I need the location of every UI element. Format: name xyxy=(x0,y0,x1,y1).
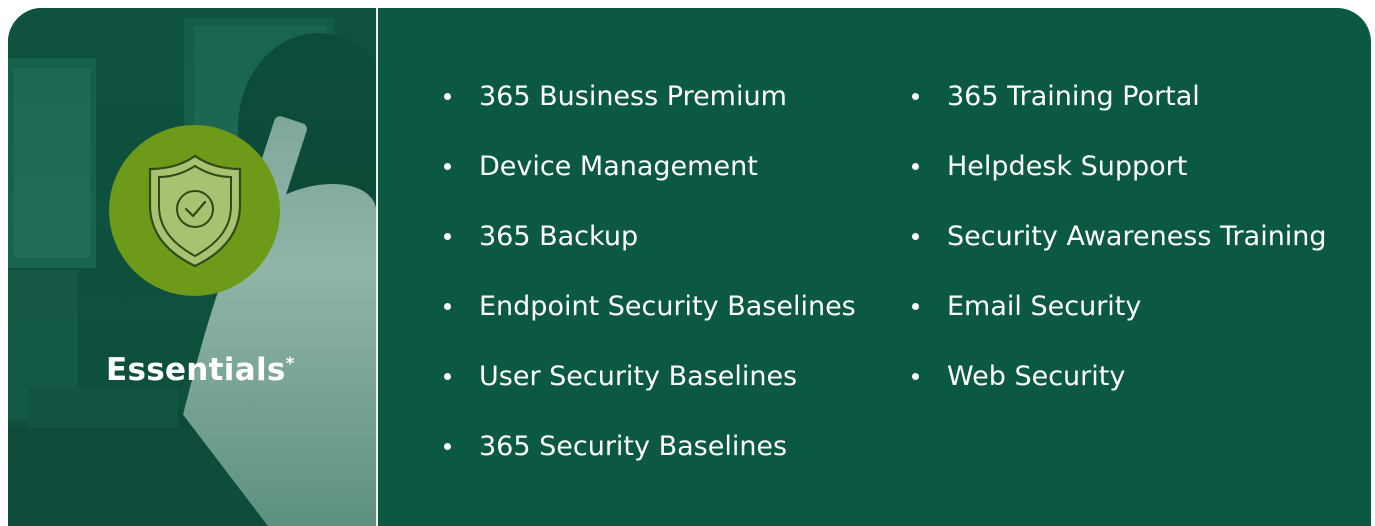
bullet-icon xyxy=(444,92,451,100)
bullet-icon xyxy=(912,232,919,240)
plan-card: Essentials* 365 Business Premium Device … xyxy=(8,8,1371,526)
feature-item: Web Security xyxy=(906,341,1327,411)
bullet-icon xyxy=(444,162,451,170)
bullet-icon xyxy=(912,162,919,170)
bullet-icon xyxy=(444,372,451,380)
bullet-icon xyxy=(912,92,919,100)
feature-item: 365 Business Premium xyxy=(438,61,856,131)
bullet-icon xyxy=(912,372,919,380)
feature-item: Endpoint Security Baselines xyxy=(438,271,856,341)
feature-list-column-1: 365 Business Premium Device Management 3… xyxy=(438,61,856,481)
feature-item: Security Awareness Training xyxy=(906,201,1327,271)
plan-badge xyxy=(109,125,280,296)
panel-divider xyxy=(376,8,378,526)
plan-title: Essentials* xyxy=(106,352,295,388)
feature-item: Device Management xyxy=(438,131,856,201)
shield-check-icon xyxy=(148,154,241,267)
feature-item: Email Security xyxy=(906,271,1327,341)
feature-item: User Security Baselines xyxy=(438,341,856,411)
bullet-icon xyxy=(444,232,451,240)
feature-item: 365 Backup xyxy=(438,201,856,271)
feature-item: 365 Training Portal xyxy=(906,61,1327,131)
bullet-icon xyxy=(444,302,451,310)
feature-item: 365 Security Baselines xyxy=(438,411,856,481)
bullet-icon xyxy=(912,302,919,310)
feature-item: Helpdesk Support xyxy=(906,131,1327,201)
footnote-marker: * xyxy=(285,354,295,374)
feature-list-column-2: 365 Training Portal Helpdesk Support Sec… xyxy=(906,61,1327,411)
bullet-icon xyxy=(444,442,451,450)
